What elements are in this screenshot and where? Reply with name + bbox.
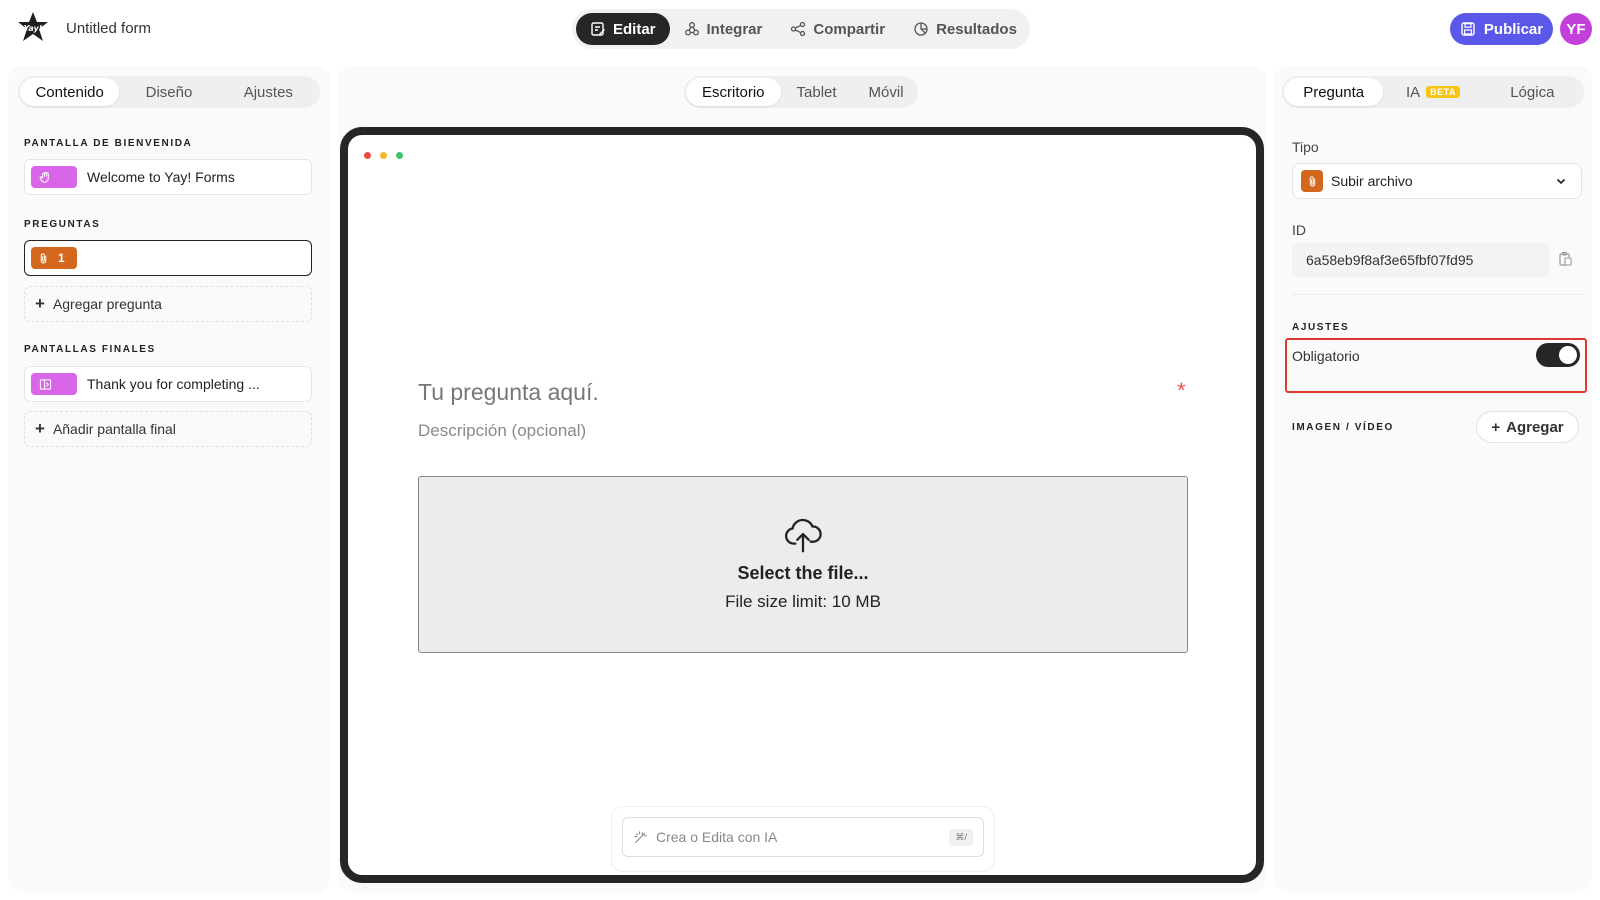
question-id-field[interactable]: 6a58eb9f8af3e65fbf07fd95 — [1292, 243, 1550, 277]
media-section-label: IMAGEN / VÍDEO — [1292, 422, 1394, 433]
type-label: Tipo — [1292, 139, 1319, 155]
settings-section-label: AJUSTES — [1292, 322, 1350, 333]
main-navigation: Editar Integrar Compartir Resultados — [572, 9, 1030, 49]
nav-share[interactable]: Compartir — [776, 13, 899, 45]
welcome-badge — [31, 166, 77, 188]
tab-logic[interactable]: Lógica — [1483, 78, 1582, 106]
question-title-input[interactable]: Tu pregunta aquí. — [418, 379, 599, 406]
integrate-icon — [684, 22, 699, 36]
tab-content[interactable]: Contenido — [20, 78, 120, 106]
tab-mobile[interactable]: Móvil — [853, 78, 920, 106]
questions-section-label: PREGUNTAS — [24, 219, 101, 230]
ending-badge — [31, 373, 77, 395]
yay-forms-logo[interactable]: Yay! — [16, 10, 50, 46]
edit-icon — [591, 22, 605, 36]
copy-id-icon[interactable] — [1557, 251, 1573, 272]
magic-wand-icon — [634, 830, 647, 843]
tab-question[interactable]: Pregunta — [1284, 78, 1384, 106]
id-label: ID — [1292, 222, 1306, 238]
paperclip-icon — [1301, 170, 1323, 192]
ai-prompt-input[interactable]: Crea o Edita con IA ⌘/ — [622, 817, 984, 857]
cloud-upload-icon — [785, 518, 822, 553]
add-ending-button[interactable]: + Añadir pantalla final — [24, 411, 312, 447]
results-icon — [914, 22, 928, 36]
upload-limit: File size limit: 10 MB — [725, 592, 881, 611]
question-description-input[interactable]: Descripción (opcional) — [418, 421, 586, 441]
hand-icon — [39, 171, 49, 183]
welcome-section-label: PANTALLA DE BIENVENIDA — [24, 138, 193, 149]
beta-badge: BETA — [1426, 86, 1460, 98]
paperclip-icon — [40, 252, 47, 263]
exit-screen-icon — [39, 378, 52, 390]
question-number: 1 — [58, 251, 65, 265]
nav-integrate[interactable]: Integrar — [670, 13, 777, 45]
welcome-screen-item[interactable]: Welcome to Yay! Forms — [24, 159, 312, 195]
tab-desktop[interactable]: Escritorio — [686, 78, 781, 106]
upload-title: Select the file... — [737, 563, 869, 583]
tab-design[interactable]: Diseño — [119, 78, 218, 106]
window-dot-red — [364, 152, 371, 159]
add-question-button[interactable]: + Agregar pregunta — [24, 286, 312, 322]
endings-section-label: PANTALLAS FINALES — [24, 344, 156, 355]
nav-edit[interactable]: Editar — [576, 13, 670, 45]
left-panel-tabs: Contenido Diseño Ajustes — [18, 76, 320, 108]
svg-text:Yay!: Yay! — [24, 24, 43, 33]
question-badge: 1 — [31, 247, 77, 269]
ending-item-label: Thank you for completing ... — [87, 376, 260, 392]
right-panel-tabs: Pregunta IA BETA Lógica — [1282, 76, 1584, 108]
toggle-knob — [1559, 346, 1577, 364]
share-icon — [791, 21, 806, 37]
plus-icon: + — [1491, 418, 1501, 436]
plus-icon: + — [35, 294, 45, 313]
add-media-button[interactable]: + Agregar — [1476, 411, 1579, 443]
file-upload-dropzone[interactable]: Select the file... File size limit: 10 M… — [418, 476, 1188, 653]
publish-button[interactable]: Publicar — [1450, 13, 1553, 45]
window-dot-yellow — [380, 152, 387, 159]
section-divider — [1292, 294, 1582, 295]
required-toggle[interactable] — [1536, 343, 1580, 367]
question-type-value: Subir archivo — [1331, 173, 1413, 189]
nav-results[interactable]: Resultados — [899, 13, 1031, 45]
welcome-item-label: Welcome to Yay! Forms — [87, 169, 235, 185]
form-title[interactable]: Untitled form — [66, 20, 151, 37]
tab-settings[interactable]: Ajustes — [219, 78, 318, 106]
tab-tablet[interactable]: Tablet — [781, 78, 853, 106]
required-marker: * — [1177, 378, 1186, 403]
question-item[interactable]: 1 — [24, 240, 312, 276]
device-tabs: Escritorio Tablet Móvil — [684, 76, 918, 108]
window-dot-green — [396, 152, 403, 159]
question-type-select[interactable]: Subir archivo — [1292, 163, 1582, 199]
ending-screen-item[interactable]: Thank you for completing ... — [24, 366, 312, 402]
tab-ai[interactable]: IA BETA — [1383, 78, 1482, 106]
user-avatar[interactable]: YF — [1560, 13, 1592, 45]
save-icon — [1461, 22, 1475, 36]
required-label: Obligatorio — [1292, 348, 1360, 364]
chevron-down-icon — [1556, 178, 1566, 185]
ai-shortcut-hint: ⌘/ — [949, 828, 973, 846]
plus-icon: + — [35, 419, 45, 438]
